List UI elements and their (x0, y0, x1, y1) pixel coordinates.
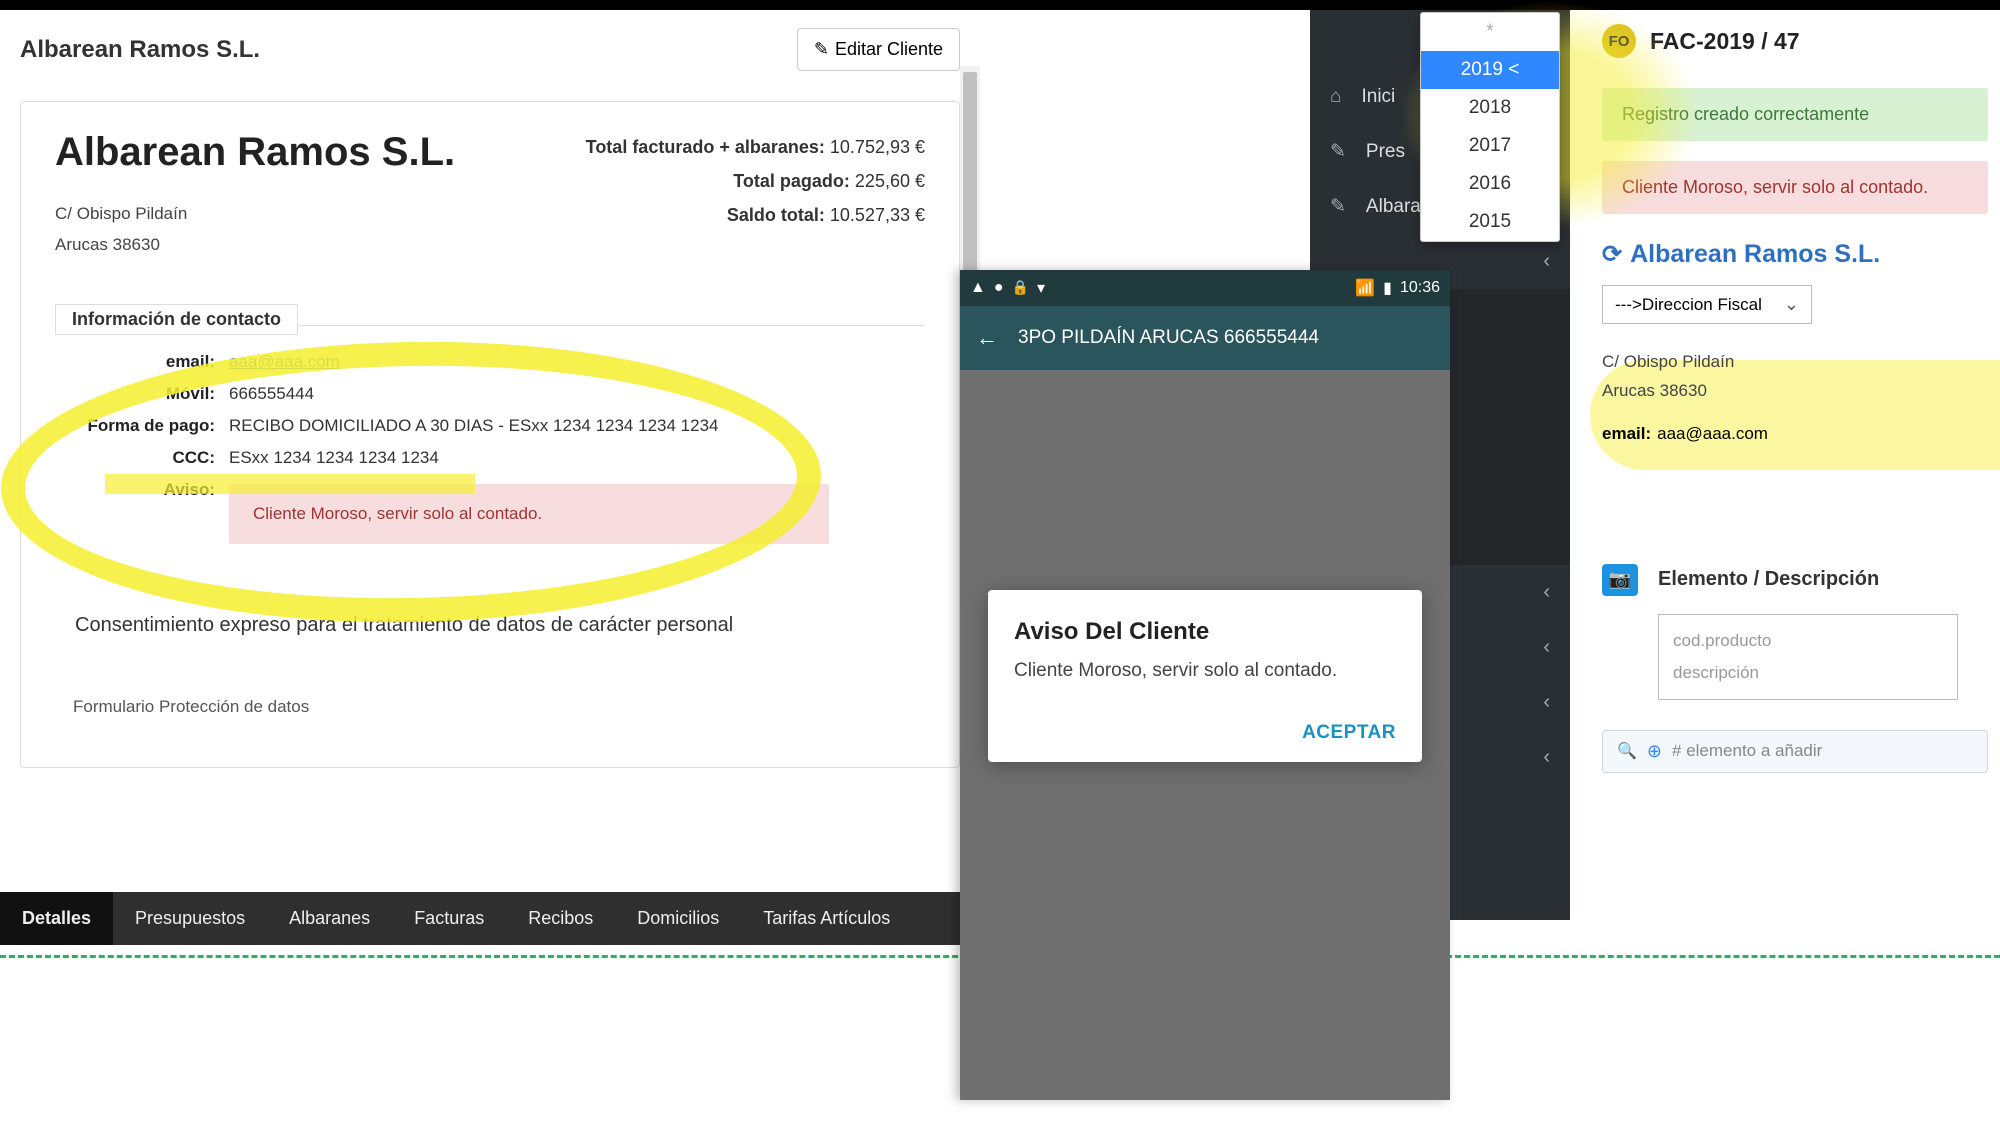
totals-block: Total facturado + albaranes: 10.752,93 €… (586, 130, 925, 233)
element-section-title: Elemento / Descripción (1658, 568, 1879, 591)
chevron-left-icon (1543, 581, 1550, 604)
chevron-left-icon (1543, 250, 1550, 273)
invoice-title: FAC-2019 / 47 (1650, 28, 1800, 55)
mobile-modal: Aviso Del Cliente Cliente Moroso, servir… (988, 590, 1422, 762)
status-dot-icon (994, 279, 1004, 297)
search-icon (1617, 741, 1637, 761)
tab-facturas[interactable]: Facturas (392, 892, 506, 945)
refresh-icon (1602, 240, 1622, 269)
year-2016[interactable]: 2016 (1421, 165, 1559, 203)
warning-box: Cliente Moroso, servir solo al contado. (229, 484, 829, 544)
mobile-time: 10:36 (1400, 279, 1440, 297)
year-2017[interactable]: 2017 (1421, 127, 1559, 165)
cod-producto-input[interactable]: cod.producto (1673, 625, 1943, 657)
warning-alert: Cliente Moroso, servir solo al contado. (1602, 161, 1988, 214)
signal-icon: 📶 (1355, 278, 1375, 298)
notification-icon (970, 279, 986, 297)
contact-section-title: Información de contacto (55, 304, 298, 335)
year-2015[interactable]: 2015 (1421, 203, 1559, 241)
back-icon[interactable] (976, 325, 998, 351)
tab-albaranes[interactable]: Albaranes (267, 892, 392, 945)
mobile-overlay: 📶 10:36 3PO PILDAÍN ARUCAS 666555444 Avi… (960, 270, 1450, 1100)
invoice-panel: FO FAC-2019 / 47 Registro creado correct… (1590, 10, 2000, 787)
tab-recibos[interactable]: Recibos (506, 892, 615, 945)
client-address: C/ Obispo Pildaín Arucas 38630 (55, 199, 455, 260)
mobile-header-text: 3PO PILDAÍN ARUCAS 666555444 (1018, 327, 1319, 349)
camera-icon[interactable] (1602, 564, 1638, 596)
edit-client-button[interactable]: Editar Cliente (797, 28, 960, 71)
edit-icon: ✎ (1330, 140, 1346, 163)
pencil-icon (814, 39, 829, 60)
add-element-row[interactable]: # elemento a añadir (1602, 730, 1988, 773)
client-card: Albarean Ramos S.L. C/ Obispo Pildaín Ar… (20, 101, 960, 768)
edit-client-label: Editar Cliente (835, 39, 943, 60)
network-icon (1037, 278, 1045, 298)
modal-body: Cliente Moroso, servir solo al contado. (1014, 660, 1396, 682)
tab-domicilios[interactable]: Domicilios (615, 892, 741, 945)
invoice-address: C/ Obispo Pildaín Arucas 38630 (1602, 348, 1988, 406)
add-icon (1647, 741, 1662, 762)
modal-title: Aviso Del Cliente (1014, 618, 1396, 646)
client-name: Albarean Ramos S.L. (55, 130, 455, 175)
edit-icon: ✎ (1330, 195, 1346, 218)
chevron-down-icon (1784, 294, 1799, 315)
year-star[interactable]: * (1421, 13, 1559, 51)
consent-form-label: Formulario Protección de datos (73, 697, 925, 717)
lock-icon (1012, 279, 1029, 297)
client-panel: Albarean Ramos S.L. Editar Cliente Albar… (0, 10, 980, 788)
year-dropdown[interactable]: * 2019 < 2018 2017 2016 2015 (1420, 12, 1560, 242)
client-tabs: Detalles Presupuestos Albaranes Facturas… (0, 892, 980, 945)
descripcion-input[interactable]: descripción (1673, 657, 1943, 689)
invoice-email: email: aaa@aaa.com (1602, 424, 1988, 444)
year-2018[interactable]: 2018 (1421, 89, 1559, 127)
mobile-value: 666555444 (229, 384, 314, 404)
mobile-statusbar: 📶 10:36 (960, 270, 1450, 306)
chevron-left-icon (1543, 746, 1550, 769)
tab-presupuestos[interactable]: Presupuestos (113, 892, 267, 945)
product-inputs: cod.producto descripción (1658, 614, 1958, 700)
invoice-badge: FO (1602, 24, 1636, 58)
home-icon: ⌂ (1330, 86, 1341, 108)
email-link[interactable]: aaa@aaa.com (229, 352, 340, 372)
invoice-client-link[interactable]: Albarean Ramos S.L. (1602, 240, 1988, 269)
chevron-left-icon (1543, 636, 1550, 659)
mobile-app-header: 3PO PILDAÍN ARUCAS 666555444 (960, 306, 1450, 370)
page-title: Albarean Ramos S.L. (20, 36, 260, 64)
consent-title: Consentimiento expreso para el tratamien… (75, 614, 925, 637)
modal-accept-button[interactable]: ACEPTAR (1302, 722, 1396, 744)
contact-info: email: aaa@aaa.com Móvil: 666555444 Form… (55, 352, 925, 544)
chevron-left-icon (1543, 691, 1550, 714)
ccc-value: ESxx 1234 1234 1234 1234 (229, 448, 439, 468)
year-2019[interactable]: 2019 < (1421, 51, 1559, 89)
payment-value: RECIBO DOMICILIADO A 30 DIAS - ESxx 1234… (229, 416, 718, 436)
tab-tarifas[interactable]: Tarifas Artículos (741, 892, 912, 945)
tab-detalles[interactable]: Detalles (0, 892, 113, 945)
success-alert: Registro creado correctamente (1602, 88, 1988, 141)
direccion-select[interactable]: --->Direccion Fiscal (1602, 285, 1812, 324)
battery-icon (1383, 278, 1392, 298)
